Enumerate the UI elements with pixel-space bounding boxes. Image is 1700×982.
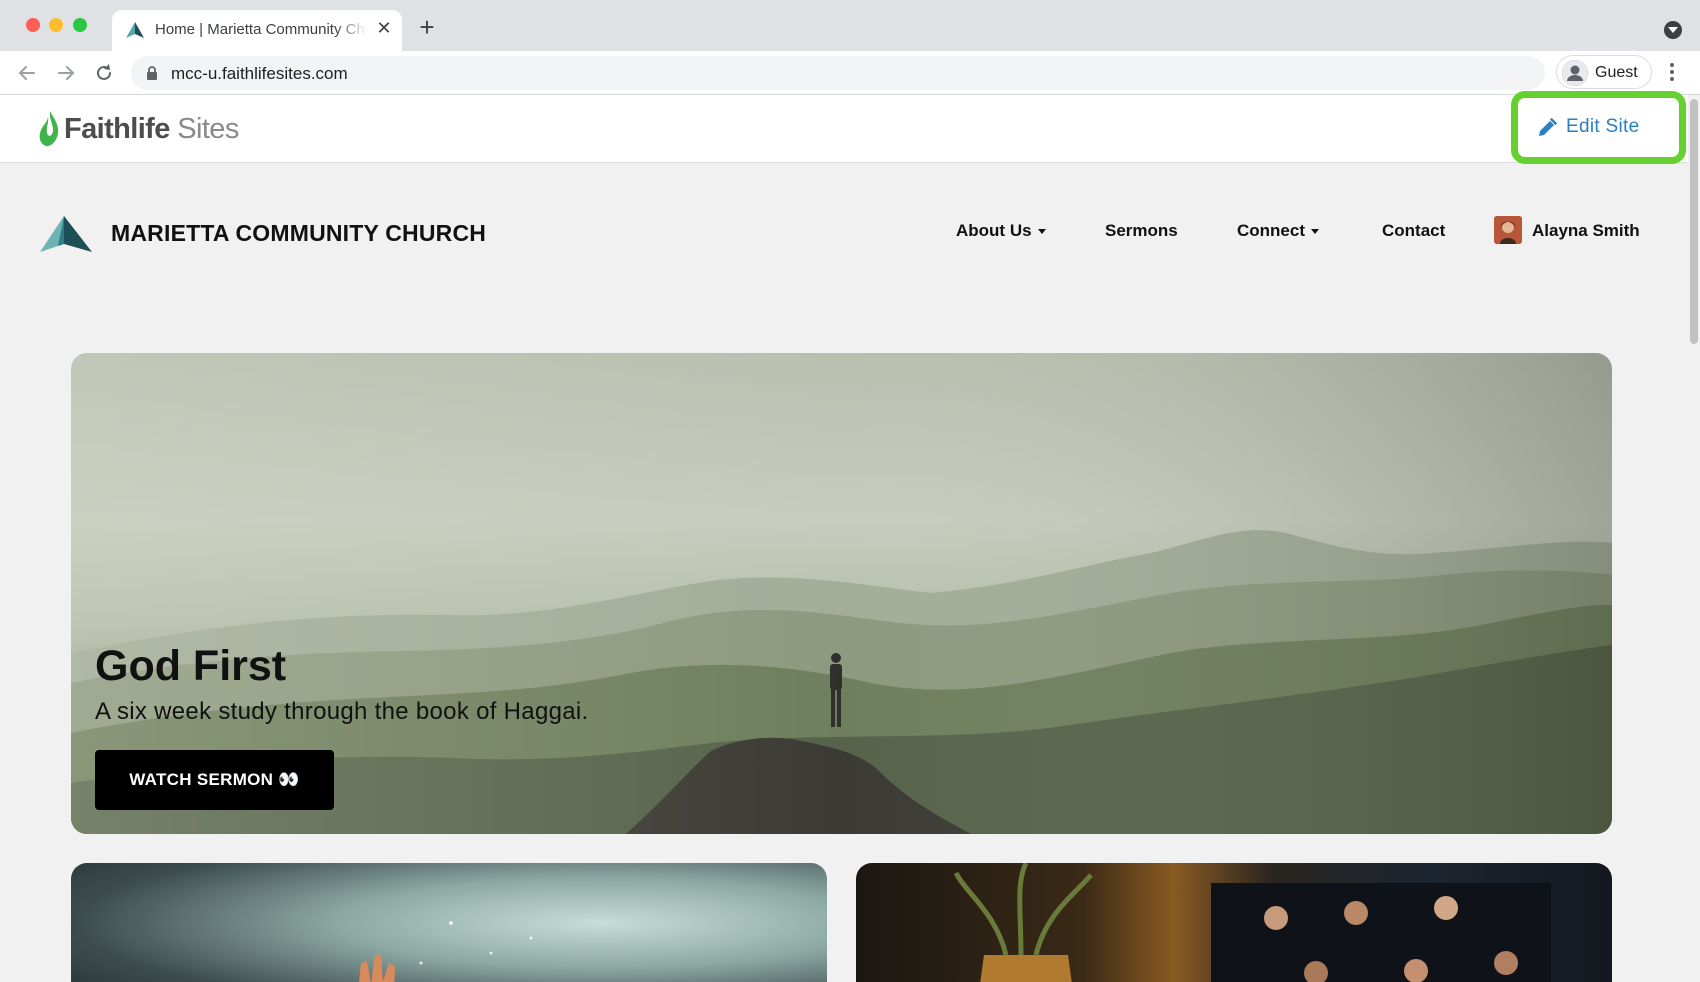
- faithlife-brand-text: Faithlife Sites: [64, 113, 239, 145]
- browser-tab-home[interactable]: Home | Marietta Community Church ✕: [112, 10, 402, 51]
- forward-arrow-icon[interactable]: [54, 61, 78, 85]
- zoom-window-button[interactable]: [73, 18, 87, 32]
- nav-sermons[interactable]: Sermons: [1105, 221, 1178, 241]
- minimize-window-button[interactable]: [49, 18, 63, 32]
- lock-icon: [147, 66, 157, 80]
- back-arrow-icon[interactable]: [15, 61, 39, 85]
- nav-contact[interactable]: Contact: [1382, 221, 1445, 241]
- edit-site-button[interactable]: Edit Site: [1528, 112, 1666, 144]
- edit-site-label: Edit Site: [1566, 116, 1640, 137]
- church-logo-icon[interactable]: [40, 216, 92, 252]
- chevron-down-icon: [1311, 229, 1319, 235]
- pencil-icon: [1539, 118, 1557, 136]
- browser-toolbar: mcc-u.faithlifesites.com Guest: [0, 51, 1700, 95]
- raised-hands-image: [359, 921, 533, 982]
- watch-sermon-button[interactable]: WATCH SERMON 👀: [95, 750, 334, 810]
- faithlife-admin-bar: Faithlife Sites Edit Site: [0, 91, 1688, 164]
- church-name[interactable]: MARIETTA COMMUNITY CHURCH: [111, 220, 486, 247]
- browser-tab-bar: Home | Marietta Community Church ✕ +: [0, 0, 1700, 51]
- profile-label: Guest: [1595, 64, 1638, 81]
- address-bar[interactable]: mcc-u.faithlifesites.com: [131, 56, 1545, 90]
- nav-user-name[interactable]: Alayna Smith: [1532, 221, 1640, 241]
- edit-site-highlight: Edit Site: [1511, 91, 1686, 164]
- hero-title: God First: [95, 642, 287, 690]
- close-tab-icon[interactable]: ✕: [374, 18, 394, 38]
- tab-search-icon[interactable]: [1664, 21, 1682, 39]
- browser-menu-icon[interactable]: [1664, 61, 1680, 85]
- hero-subtitle: A six week study through the book of Hag…: [95, 698, 589, 725]
- tab-title: Home | Marietta Community Church: [155, 21, 367, 38]
- reload-icon[interactable]: [92, 61, 116, 85]
- guest-avatar-icon: [1562, 60, 1588, 86]
- scrollbar-thumb[interactable]: [1690, 99, 1698, 344]
- faithlife-flame-icon: [39, 111, 59, 147]
- profile-button[interactable]: Guest: [1556, 55, 1652, 89]
- user-avatar[interactable]: [1494, 216, 1522, 244]
- nav-connect[interactable]: Connect: [1237, 221, 1319, 241]
- url-text: mcc-u.faithlifesites.com: [171, 64, 348, 83]
- page-scrollbar[interactable]: [1688, 95, 1700, 982]
- chevron-down-icon: [1037, 229, 1046, 235]
- feature-card-online-image[interactable]: [856, 863, 1612, 982]
- video-call-image: [953, 863, 1551, 982]
- new-tab-button[interactable]: +: [415, 14, 439, 40]
- close-window-button[interactable]: [26, 18, 40, 32]
- nav-about-us[interactable]: About Us: [956, 221, 1046, 241]
- church-favicon-icon: [126, 22, 144, 38]
- feature-card-worship-image[interactable]: [71, 863, 827, 982]
- hero-banner: God First A six week study through the b…: [71, 353, 1612, 834]
